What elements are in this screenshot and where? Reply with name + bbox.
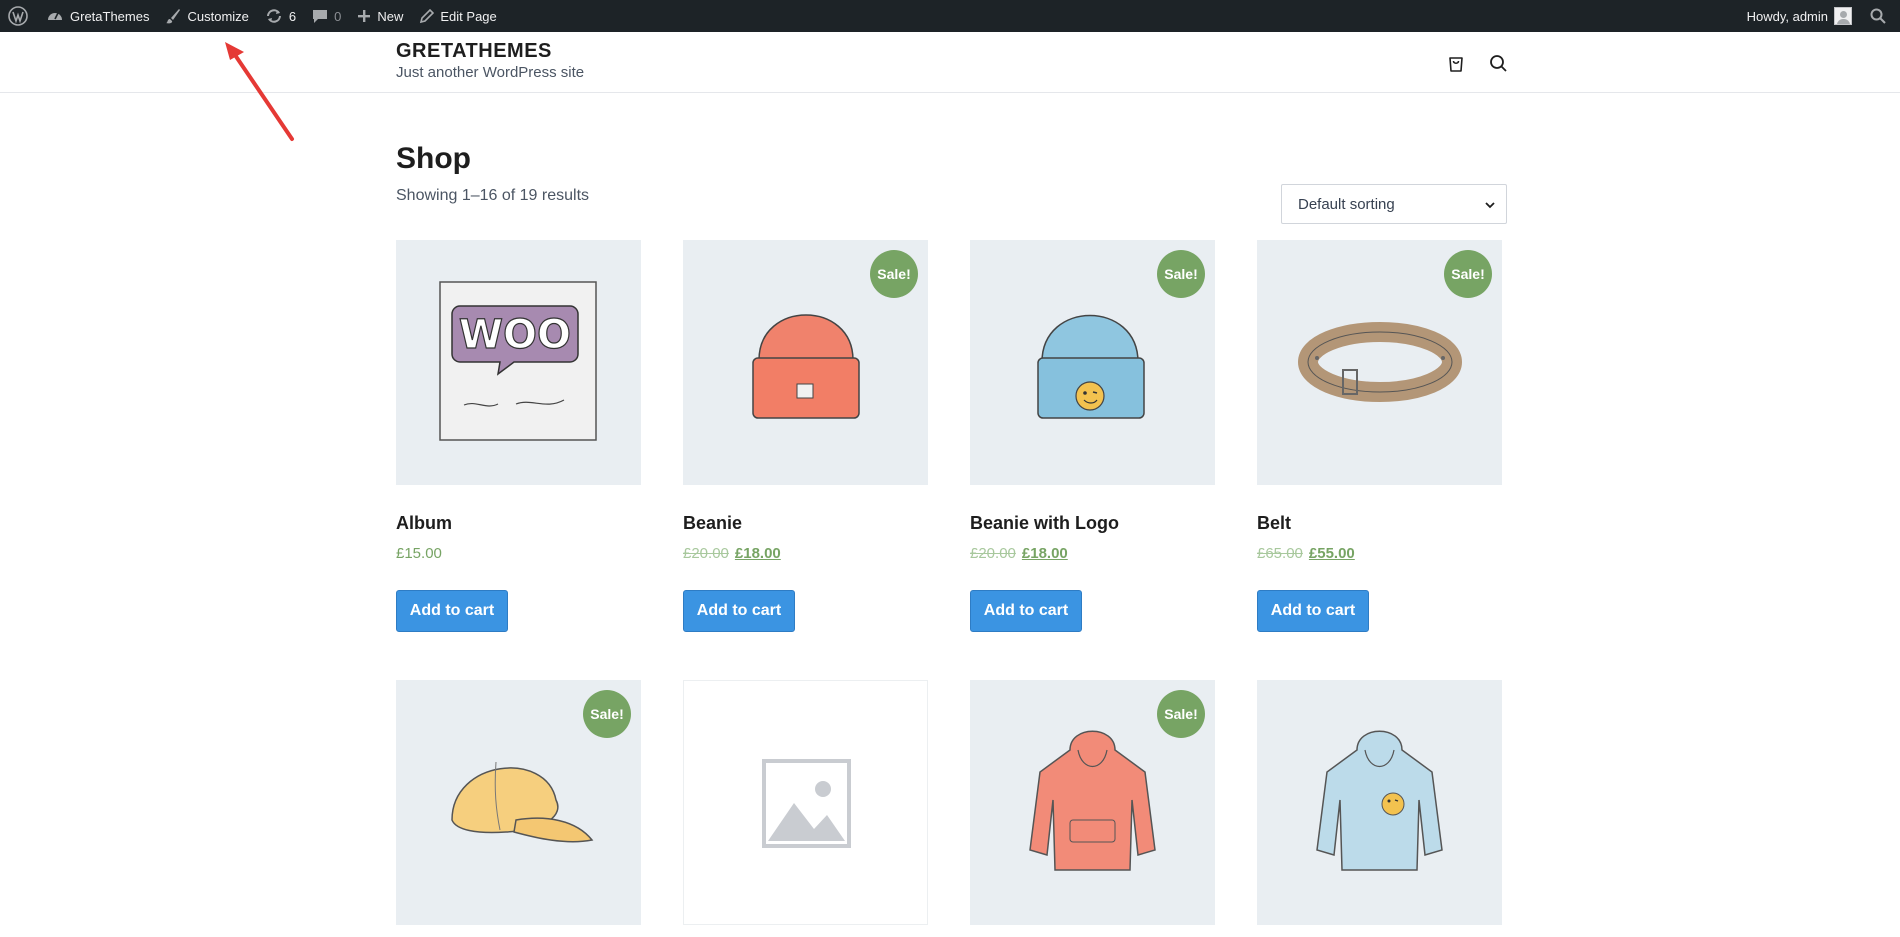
product-price: £20.00 £18.00 [683, 545, 781, 562]
customize-link[interactable]: Customize [157, 0, 256, 32]
admin-search-button[interactable] [1860, 0, 1900, 32]
regular-price: £20.00 [970, 545, 1016, 562]
updates-icon [266, 9, 281, 23]
product-title[interactable]: Beanie with Logo [970, 513, 1119, 534]
admin-bar: GretaThemes Customize 6 0 New Edit Page … [0, 0, 1900, 32]
product-image[interactable]: WOO [396, 240, 641, 485]
product-image[interactable]: Sale! [396, 680, 641, 925]
price-amount: £15.00 [396, 545, 442, 562]
sorting-selected-value: Default sorting [1298, 195, 1395, 213]
woo-album-image: WOO [439, 281, 597, 441]
add-to-cart-button[interactable]: Add to cart [396, 590, 508, 632]
sale-price: £18.00 [1021, 545, 1068, 562]
sale-badge: Sale! [870, 250, 918, 298]
sale-badge: Sale! [1444, 250, 1492, 298]
paintbrush-icon [166, 9, 181, 24]
customize-label: Customize [187, 8, 249, 24]
site-header: GRETATHEMES Just another WordPress site [0, 32, 1900, 93]
sale-badge: Sale! [1157, 250, 1205, 298]
add-to-cart-button[interactable]: Add to cart [683, 590, 795, 632]
avatar [1834, 7, 1852, 25]
edit-page-label: Edit Page [440, 8, 497, 24]
sale-badge: Sale! [1157, 690, 1205, 738]
sale-badge: Sale! [583, 690, 631, 738]
product-price: £20.00 £18.00 [970, 545, 1068, 562]
sale-price: £18.00 [734, 545, 781, 562]
product-image[interactable]: Sale! [1257, 240, 1502, 485]
result-count: Showing 1–16 of 19 results [396, 187, 590, 204]
new-content-menu[interactable]: New [349, 0, 411, 32]
plus-icon [358, 10, 371, 22]
blue-hoodie-logo-image [1316, 730, 1443, 871]
site-name-label: GretaThemes [70, 8, 150, 24]
new-label: New [377, 8, 404, 24]
regular-price: £65.00 [1257, 545, 1303, 562]
regular-price: £20.00 [683, 545, 729, 562]
cart-icon[interactable] [1444, 51, 1468, 75]
edit-page-link[interactable]: Edit Page [411, 0, 504, 32]
page-title: Shop [396, 142, 471, 175]
updates-count: 6 [288, 8, 297, 24]
admin-bar-right: Howdy, admin [1739, 0, 1900, 32]
product-image[interactable]: Sale! [970, 240, 1215, 485]
site-name-menu[interactable]: GretaThemes [38, 0, 157, 32]
product-image[interactable] [683, 680, 928, 925]
annotation-arrow [225, 42, 294, 141]
product-price: £15.00 [396, 545, 442, 562]
wordpress-icon [8, 6, 28, 26]
site-title[interactable]: GRETATHEMES [396, 40, 552, 63]
pencil-icon [420, 8, 435, 23]
wordpress-logo-menu[interactable] [0, 0, 38, 32]
product-title[interactable]: Belt [1257, 513, 1291, 534]
placeholder-image-icon [762, 759, 851, 848]
sorting-select[interactable]: Default sorting [1281, 184, 1507, 224]
product-price: £65.00 £55.00 [1257, 545, 1355, 562]
product-title[interactable]: Beanie [683, 513, 742, 534]
comments-link[interactable]: 0 [304, 0, 349, 32]
svg-text:WOO: WOO [459, 312, 571, 358]
search-icon[interactable] [1486, 51, 1510, 75]
updates-link[interactable]: 6 [257, 0, 304, 32]
howdy-label: Howdy, admin [1746, 8, 1828, 24]
product-image[interactable]: Sale! [970, 680, 1215, 925]
site-tagline: Just another WordPress site [396, 64, 585, 81]
product-title[interactable]: Album [396, 513, 452, 534]
dashboard-gauge-icon [48, 12, 62, 20]
comment-bubble-icon [313, 10, 328, 23]
chevron-down-icon [1485, 202, 1495, 209]
comments-count: 0 [334, 8, 342, 24]
add-to-cart-button[interactable]: Add to cart [1257, 590, 1369, 632]
search-icon [1870, 8, 1886, 24]
product-image[interactable] [1257, 680, 1502, 925]
my-account-menu[interactable]: Howdy, admin [1739, 0, 1860, 32]
sale-price: £55.00 [1308, 545, 1355, 562]
product-image[interactable]: Sale! [683, 240, 928, 485]
add-to-cart-button[interactable]: Add to cart [970, 590, 1082, 632]
